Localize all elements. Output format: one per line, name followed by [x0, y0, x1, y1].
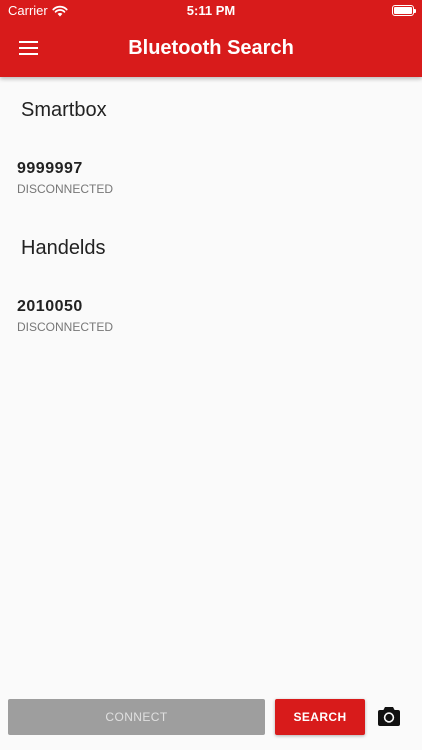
device-status: DISCONNECTED [17, 320, 114, 334]
connect-button[interactable]: CONNECT [8, 699, 265, 735]
device-status: DISCONNECTED [17, 182, 114, 196]
search-button[interactable]: SEARCH [275, 699, 365, 735]
device-row[interactable]: 2010050 DISCONNECTED [17, 298, 407, 334]
status-bar: Carrier 5:11 PM [0, 0, 422, 22]
device-row[interactable]: 9999997 DISCONNECTED [17, 160, 407, 196]
app-bar: Carrier 5:11 PM Bluetooth Search [0, 0, 422, 77]
page-title: Bluetooth Search [128, 37, 294, 59]
camera-button[interactable] [377, 705, 401, 727]
action-bar: CONNECT SEARCH [0, 697, 422, 737]
battery-level [394, 7, 412, 14]
home-indicator-area [0, 744, 422, 750]
status-time: 5:11 PM [186, 3, 236, 18]
section-header-smartbox: Smartbox [21, 99, 107, 121]
section-header-handhelds: Handelds [21, 237, 106, 259]
battery-icon [392, 5, 416, 16]
device-name: 2010050 [17, 298, 83, 315]
camera-icon [378, 707, 400, 726]
device-name: 9999997 [17, 160, 83, 177]
